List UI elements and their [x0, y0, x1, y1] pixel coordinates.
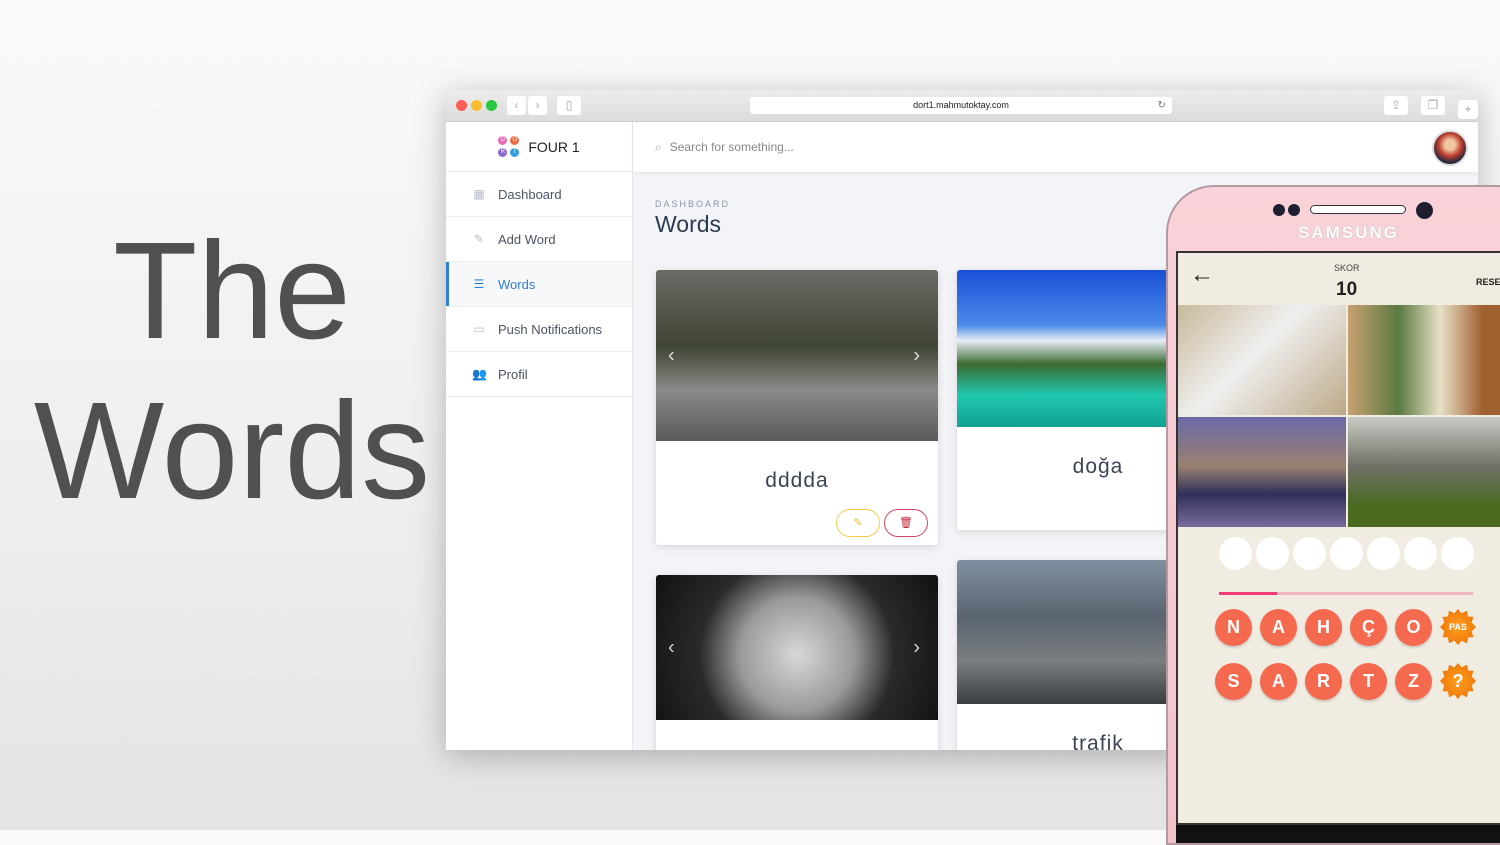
search-input[interactable]: Search for something... — [670, 140, 794, 154]
dashboard-icon: ▦ — [473, 187, 485, 201]
brand[interactable]: DÖRT FOUR 1 — [446, 122, 632, 172]
sidebar-item-label: Dashboard — [498, 186, 562, 202]
letter-button[interactable]: R — [1305, 663, 1342, 700]
letter-button[interactable]: O — [1395, 609, 1432, 646]
sidebar-item-label: Add Word — [498, 231, 556, 247]
game-screen: ← SKOR 10 RESET NAHÇOPAS SARTZ? — [1176, 251, 1500, 825]
new-tab-icon[interactable]: + — [1458, 100, 1478, 119]
score-value: 10 — [1336, 279, 1358, 300]
sidebar-item-label: Words — [498, 276, 536, 292]
sidebar-item-push-notifications[interactable]: ▭ Push Notifications — [446, 307, 632, 352]
list-icon: ☰ — [473, 277, 485, 291]
hint-button[interactable]: ? — [1440, 663, 1476, 699]
answer-slot[interactable] — [1367, 537, 1400, 570]
back-arrow-icon[interactable]: ← — [1190, 261, 1214, 289]
score-label: SKOR — [1334, 263, 1360, 273]
url-text: dort1.mahmutoktay.com — [913, 100, 1009, 110]
word-card: ‹ › — [656, 575, 938, 750]
word-text: dddda — [765, 469, 829, 492]
letter-button[interactable]: T — [1350, 663, 1387, 700]
answer-slot[interactable] — [1330, 537, 1363, 570]
answer-slot[interactable] — [1293, 537, 1326, 570]
forward-icon[interactable]: › — [528, 96, 547, 115]
answer-slot[interactable] — [1256, 537, 1289, 570]
phone-brand: SAMSUNG — [1298, 223, 1399, 242]
speaker-grille — [1310, 205, 1406, 214]
sidebar: DÖRT FOUR 1 ▦ Dashboard ✎ Add Word ☰ Words … — [446, 122, 633, 750]
phone-mockup: SAMSUNG ← SKOR 10 RESET NAHÇOPAS SARTZ? — [1166, 185, 1500, 845]
answer-slot[interactable] — [1219, 537, 1252, 570]
letter-button[interactable]: A — [1260, 663, 1297, 700]
browser-titlebar: ‹ › ▯ dort1.mahmutoktay.com ↻ ⇪ ❐ + — [446, 90, 1478, 122]
devices-icon: ▭ — [473, 322, 485, 336]
carousel-prev-icon[interactable]: ‹ — [668, 636, 675, 659]
camera-icon — [1416, 202, 1433, 219]
picture-tile — [1178, 417, 1346, 527]
back-icon[interactable]: ‹ — [507, 96, 526, 115]
search-icon: ⌕ — [655, 139, 662, 154]
picture-tile — [1348, 305, 1500, 415]
word-card: ‹ › dddda ✎ 🗑 — [656, 270, 938, 545]
answer-slot[interactable] — [1441, 537, 1474, 570]
reset-button[interactable]: RESET — [1476, 277, 1500, 287]
brand-name: FOUR 1 — [528, 138, 580, 155]
pass-button[interactable]: PAS — [1440, 609, 1476, 645]
reload-icon[interactable]: ↻ — [1158, 97, 1166, 114]
page-title: Words — [655, 211, 722, 237]
letter-button[interactable]: Z — [1395, 663, 1432, 700]
word-image-carousel: ‹ › — [656, 270, 938, 441]
letter-button[interactable]: H — [1305, 609, 1342, 646]
sidebar-item-words[interactable]: ☰ Words — [446, 262, 632, 307]
timer-bar — [1219, 592, 1473, 595]
sidebar-item-label: Profil — [498, 366, 528, 382]
close-window-button[interactable] — [456, 100, 467, 111]
timer-bar-fill — [1219, 592, 1278, 595]
letter-button[interactable]: N — [1215, 609, 1252, 646]
sidebar-item-dashboard[interactable]: ▦ Dashboard — [446, 172, 632, 217]
edit-button[interactable]: ✎ — [836, 509, 880, 537]
delete-button[interactable]: 🗑 — [884, 509, 928, 537]
word-image-carousel: ‹ › — [656, 575, 938, 720]
minimize-window-button[interactable] — [471, 100, 482, 111]
hero-title-line2: Words — [33, 374, 431, 528]
maximize-window-button[interactable] — [486, 100, 497, 111]
letter-button[interactable]: S — [1215, 663, 1252, 700]
sidebar-item-profil[interactable]: 👥 Profil — [446, 352, 632, 397]
phone-nav-bar — [1176, 825, 1500, 843]
sidebar-item-label: Push Notifications — [498, 321, 603, 337]
letter-button[interactable]: A — [1260, 609, 1297, 646]
answer-slot[interactable] — [1404, 537, 1437, 570]
address-bar[interactable]: dort1.mahmutoktay.com ↻ — [750, 97, 1172, 114]
carousel-prev-icon[interactable]: ‹ — [668, 344, 675, 367]
avatar[interactable] — [1432, 130, 1468, 166]
picture-tile — [1348, 417, 1500, 527]
sidebar-item-add-word[interactable]: ✎ Add Word — [446, 217, 632, 262]
letter-button[interactable]: Ç — [1350, 609, 1387, 646]
sidebar-toggle-icon[interactable]: ▯ — [557, 96, 581, 115]
picture-grid — [1178, 305, 1500, 527]
tabs-icon[interactable]: ❐ — [1421, 96, 1445, 115]
pencil-icon: ✎ — [473, 232, 485, 246]
carousel-next-icon[interactable]: › — [913, 636, 920, 659]
carousel-next-icon[interactable]: › — [913, 344, 920, 367]
logo-icon: DÖRT — [498, 135, 520, 158]
share-icon[interactable]: ⇪ — [1384, 96, 1408, 115]
hero-title-line1: The — [113, 214, 351, 368]
users-icon: 👥 — [472, 367, 487, 381]
breadcrumb: DASHBOARD — [655, 199, 731, 209]
sensor-icon — [1273, 204, 1285, 216]
sensor-icon — [1288, 204, 1300, 216]
picture-tile — [1178, 305, 1346, 415]
topbar: ⌕ Search for something... — [633, 122, 1478, 172]
